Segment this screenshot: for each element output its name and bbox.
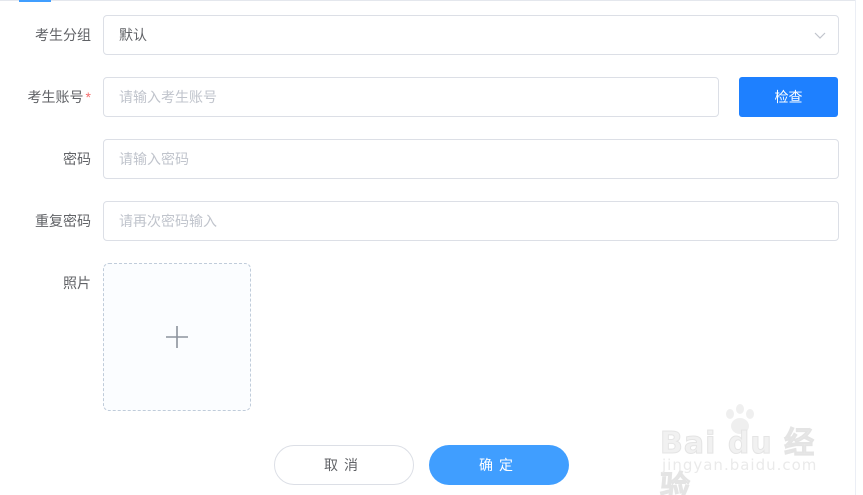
repeat-password-label: 重复密码 (35, 213, 91, 229)
photo-label: 照片 (63, 275, 91, 291)
top-divider (0, 0, 855, 1)
password-label: 密码 (63, 151, 91, 167)
group-label: 考生分组 (35, 27, 91, 43)
account-placeholder: 请输入考生账号 (119, 89, 217, 105)
photo-upload[interactable] (103, 263, 251, 411)
cancel-button[interactable]: 取消 (274, 445, 414, 485)
group-select-value: 默认 (119, 27, 147, 43)
password-input[interactable]: 请输入密码 (103, 139, 839, 179)
repeat-password-placeholder: 请再次密码输入 (119, 213, 217, 229)
scrollbar-track[interactable] (855, 0, 863, 495)
password-placeholder: 请输入密码 (119, 151, 189, 167)
group-select[interactable]: 默认 (103, 15, 839, 55)
confirm-button[interactable]: 确定 (429, 445, 569, 485)
plus-icon (166, 326, 188, 348)
account-input[interactable]: 请输入考生账号 (103, 77, 719, 117)
watermark-url: jingyan.baidu.com (662, 456, 818, 474)
repeat-password-input[interactable]: 请再次密码输入 (103, 201, 839, 241)
chevron-down-icon (814, 32, 826, 39)
required-mark: * (85, 89, 91, 105)
active-tab-indicator (19, 0, 51, 2)
account-label: 考生账号 * (27, 89, 91, 105)
baidu-jingyan-watermark: Bai du 经验 jingyan.baidu.com (660, 400, 820, 495)
check-button[interactable]: 检查 (739, 77, 838, 117)
